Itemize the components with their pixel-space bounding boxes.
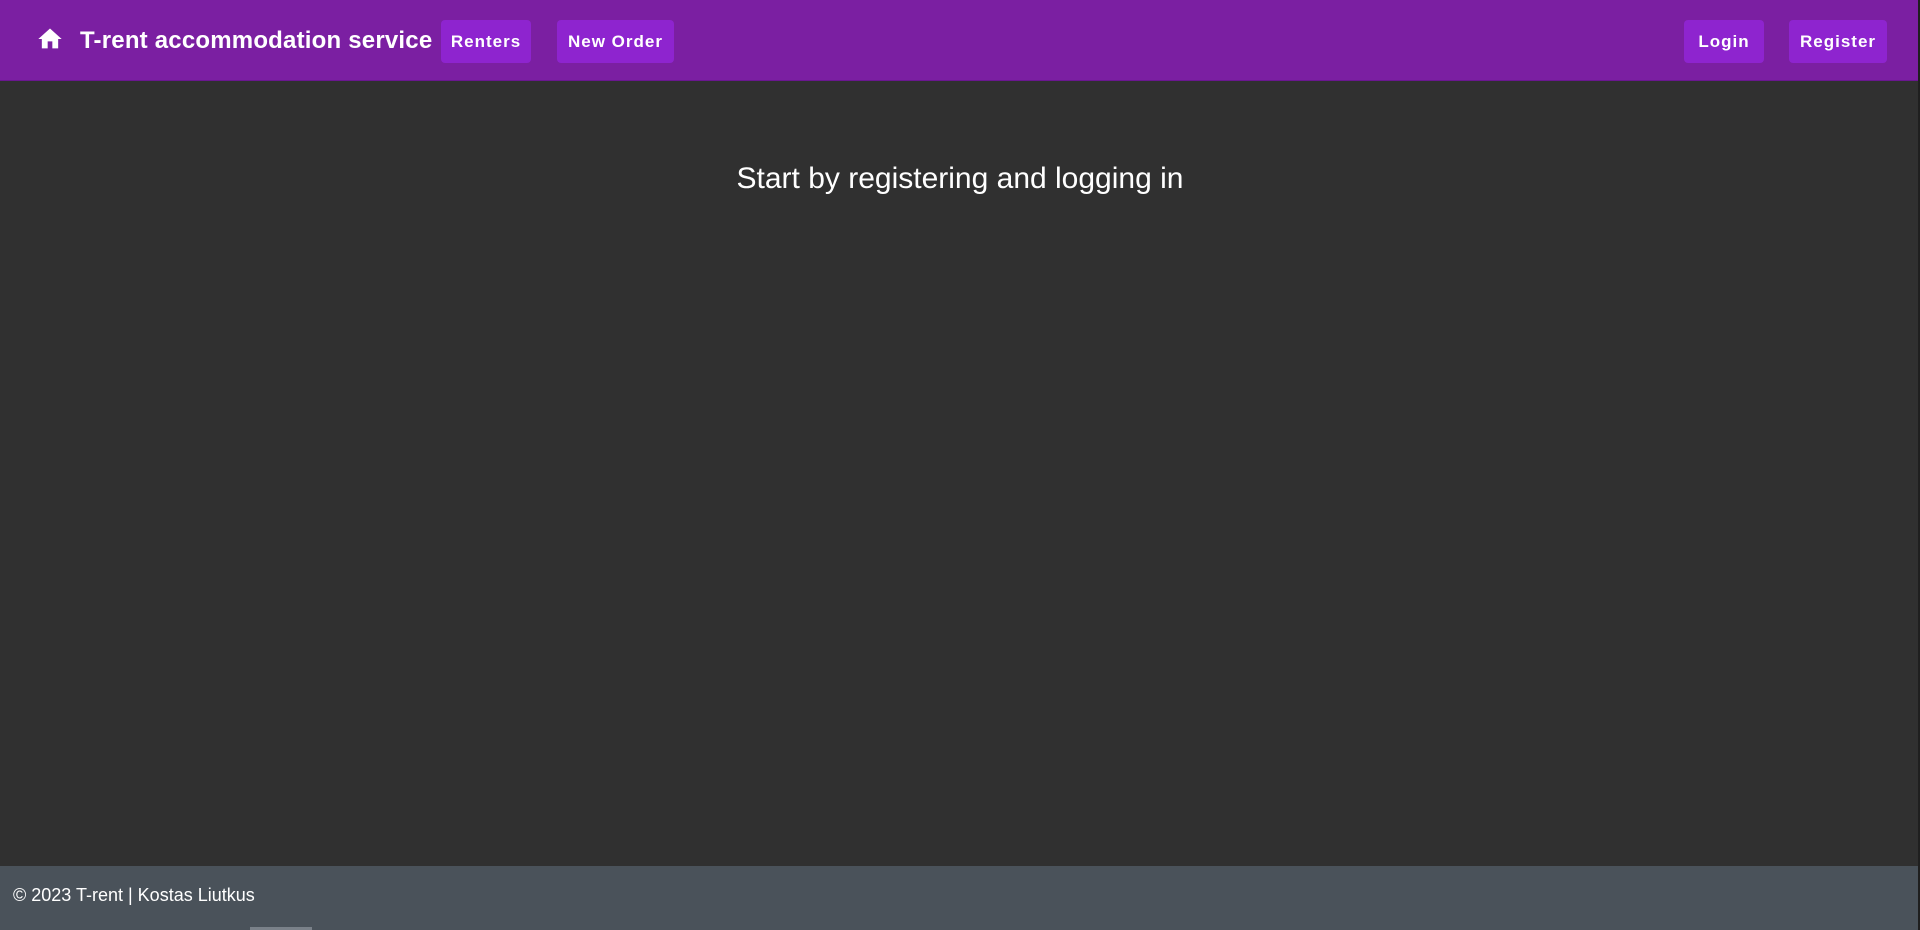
page-headline: Start by registering and logging in (736, 162, 1184, 195)
renters-button[interactable]: Renters (441, 20, 531, 63)
brand-title[interactable]: T-rent accommodation service (80, 25, 432, 57)
home-icon (36, 25, 64, 58)
login-button[interactable]: Login (1684, 20, 1764, 63)
top-app-bar: T-rent accommodation service Renters New… (0, 0, 1920, 81)
register-button[interactable]: Register (1789, 20, 1887, 63)
new-order-button[interactable]: New Order (557, 20, 674, 63)
footer-copyright: © 2023 T-rent | Kostas Liutkus (13, 884, 255, 905)
home-button[interactable] (30, 22, 70, 60)
app-root: T-rent accommodation service Renters New… (0, 0, 1920, 930)
footer: © 2023 T-rent | Kostas Liutkus (0, 866, 1918, 930)
